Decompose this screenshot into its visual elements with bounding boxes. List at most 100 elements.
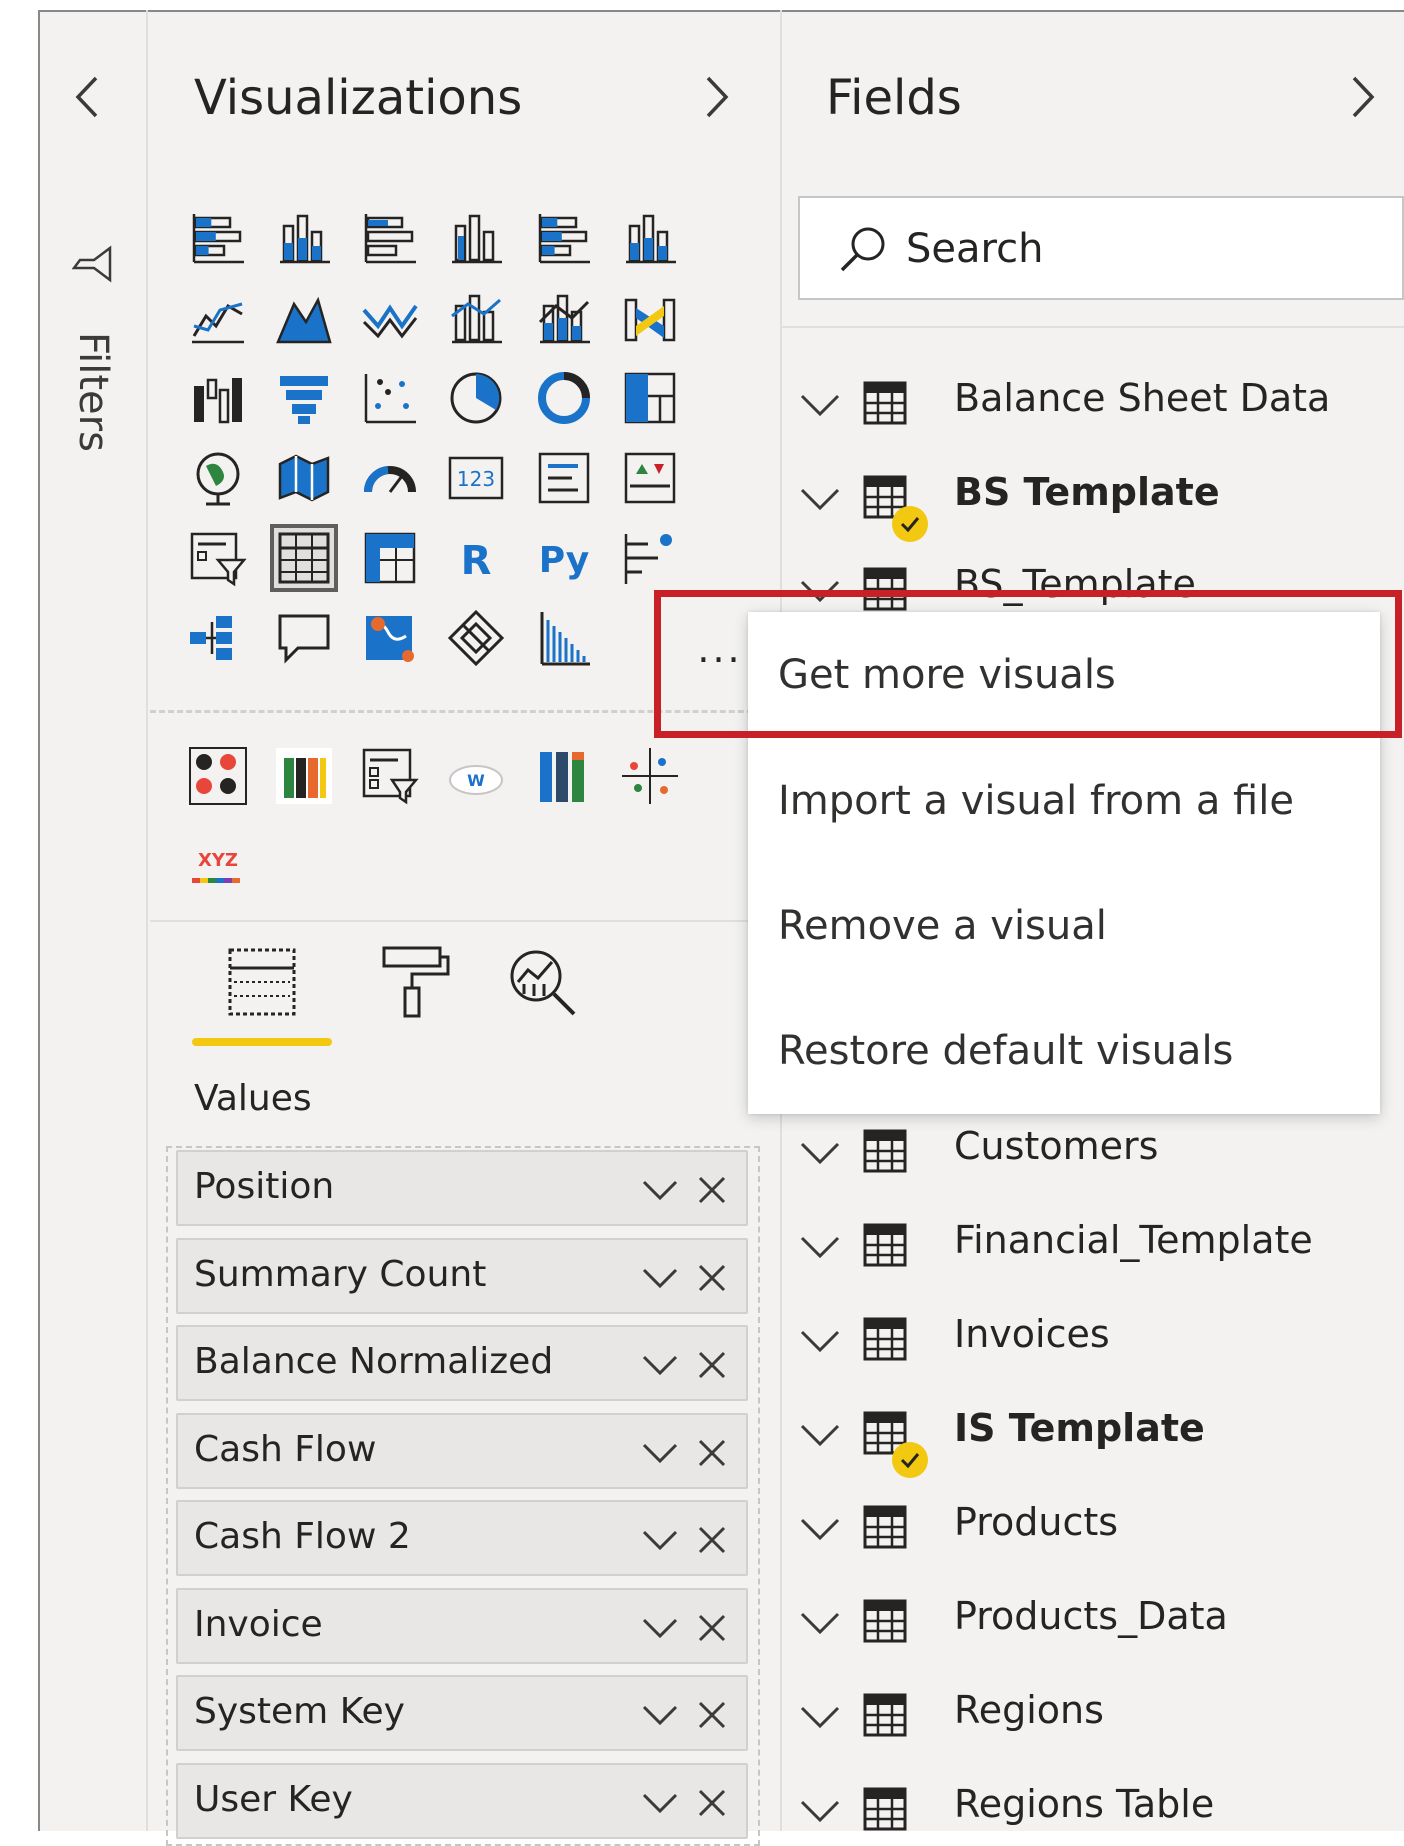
search-input[interactable]: Search [798,196,1404,300]
format-tab-icon[interactable] [372,940,456,1024]
filters-pane[interactable]: Filters [38,10,148,1831]
stacked-area-icon[interactable] [358,286,422,350]
close-icon[interactable] [694,1433,730,1473]
ribbon-chart-icon[interactable] [618,286,682,350]
funnel-chart-icon[interactable] [272,366,336,430]
slicer-icon[interactable] [186,526,250,590]
decomposition-tree-icon[interactable] [186,606,250,670]
card-icon[interactable]: 123 [444,446,508,510]
chevron-down-icon[interactable] [798,1136,842,1170]
pie-chart-icon[interactable] [444,366,508,430]
chevron-down-icon[interactable] [640,1697,680,1733]
filters-label[interactable]: Filters [70,332,116,452]
close-icon[interactable] [694,1783,730,1823]
field-table-row[interactable]: Products [782,1486,1404,1566]
donut-chart-icon[interactable] [532,366,596,430]
values-field-item[interactable]: Cash Flow [176,1412,748,1489]
field-table-row[interactable]: BS Template [782,456,1404,542]
close-icon[interactable] [694,1520,730,1560]
kpi-icon[interactable] [618,446,682,510]
field-table-row[interactable]: IS Template [782,1392,1404,1478]
chevron-down-icon[interactable] [640,1347,680,1383]
values-field-item[interactable]: System Key [176,1675,748,1751]
close-icon[interactable] [694,1345,730,1385]
chevron-down-icon[interactable] [640,1522,680,1558]
line-chart-icon[interactable] [186,286,250,350]
chiclet-icon[interactable] [532,606,596,670]
line-clustered-column-icon[interactable] [444,286,508,350]
field-table-row[interactable]: Customers [782,1110,1404,1190]
close-icon[interactable] [694,1695,730,1735]
chevron-down-icon[interactable] [798,1230,842,1264]
chevron-down-icon[interactable] [798,482,842,516]
python-visual-icon[interactable]: Py [532,526,596,590]
chevron-down-icon[interactable] [640,1435,680,1471]
close-icon[interactable] [694,1258,730,1298]
custom-visual-columns-icon[interactable] [532,744,596,808]
field-table-row[interactable]: Regions [782,1674,1404,1754]
menu-item-restore-default[interactable]: Restore default visuals [778,1028,1233,1074]
custom-visual-wordcloud-icon[interactable]: W [444,744,508,808]
r-visual-icon[interactable]: R [444,526,508,590]
close-icon[interactable] [694,1608,730,1648]
chevron-down-icon[interactable] [798,1418,842,1452]
menu-item-remove-visual[interactable]: Remove a visual [778,903,1107,949]
custom-visual-slicer-icon[interactable] [358,744,422,808]
clustered-bar-icon[interactable] [358,206,422,270]
analytics-tab-icon[interactable] [500,940,584,1024]
custom-visual-bar-icon[interactable] [272,744,336,808]
custom-visual-xyz-icon[interactable]: XYZ [186,828,250,892]
svg-text:Py: Py [539,540,590,581]
field-table-row[interactable]: Balance Sheet Data [782,362,1404,442]
stacked-bar-icon[interactable] [186,206,250,270]
field-table-row[interactable]: Products_Data [782,1580,1404,1660]
table-icon[interactable] [270,524,338,592]
custom-visual-scatter-icon[interactable] [618,744,682,808]
chevron-down-icon[interactable] [640,1785,680,1821]
svg-text:W: W [467,771,485,790]
chevron-down-icon[interactable] [640,1260,680,1296]
values-field-item[interactable]: Balance Normalized [176,1325,748,1401]
values-field-item[interactable]: User Key [176,1762,748,1839]
values-field-item[interactable]: Position [176,1150,748,1226]
chevron-right-icon[interactable] [696,72,736,122]
power-apps-icon[interactable] [444,606,508,670]
key-influencers-icon[interactable] [618,526,682,590]
chevron-left-icon[interactable] [68,72,108,122]
values-field-item[interactable]: Summary Count [176,1237,748,1314]
gauge-icon[interactable] [358,446,422,510]
custom-visual-dots-icon[interactable] [186,744,250,808]
area-chart-icon[interactable] [272,286,336,350]
filled-map-icon[interactable] [272,446,336,510]
field-table-row[interactable]: Invoices [782,1298,1404,1378]
line-stacked-column-icon[interactable] [532,286,596,350]
chevron-down-icon[interactable] [798,1606,842,1640]
arcgis-map-icon[interactable] [358,606,422,670]
treemap-icon[interactable] [618,366,682,430]
chevron-down-icon[interactable] [798,1700,842,1734]
100-stacked-column-icon[interactable] [618,206,682,270]
field-table-row[interactable]: Financial_Template [782,1204,1404,1284]
fields-tab-icon[interactable] [220,940,304,1024]
100-stacked-bar-icon[interactable] [532,206,596,270]
values-field-item[interactable]: Invoice [176,1587,748,1664]
matrix-icon[interactable] [358,526,422,590]
close-icon[interactable] [694,1170,730,1210]
chevron-down-icon[interactable] [798,1512,842,1546]
stacked-column-icon[interactable] [272,206,336,270]
chevron-down-icon[interactable] [798,388,842,422]
menu-item-import-visual[interactable]: Import a visual from a file [778,778,1294,824]
qa-icon[interactable] [272,606,336,670]
scatter-icon[interactable] [358,366,422,430]
chevron-right-icon[interactable] [1342,72,1382,122]
field-table-row[interactable]: Regions Table [782,1768,1404,1831]
chevron-down-icon[interactable] [640,1610,680,1646]
clustered-column-icon[interactable] [444,206,508,270]
map-icon[interactable] [186,446,250,510]
values-field-item[interactable]: Cash Flow 2 [176,1500,748,1576]
chevron-down-icon[interactable] [640,1172,680,1208]
multi-row-card-icon[interactable] [532,446,596,510]
waterfall-icon[interactable] [186,366,250,430]
chevron-down-icon[interactable] [798,1324,842,1358]
chevron-down-icon[interactable] [798,1794,842,1828]
